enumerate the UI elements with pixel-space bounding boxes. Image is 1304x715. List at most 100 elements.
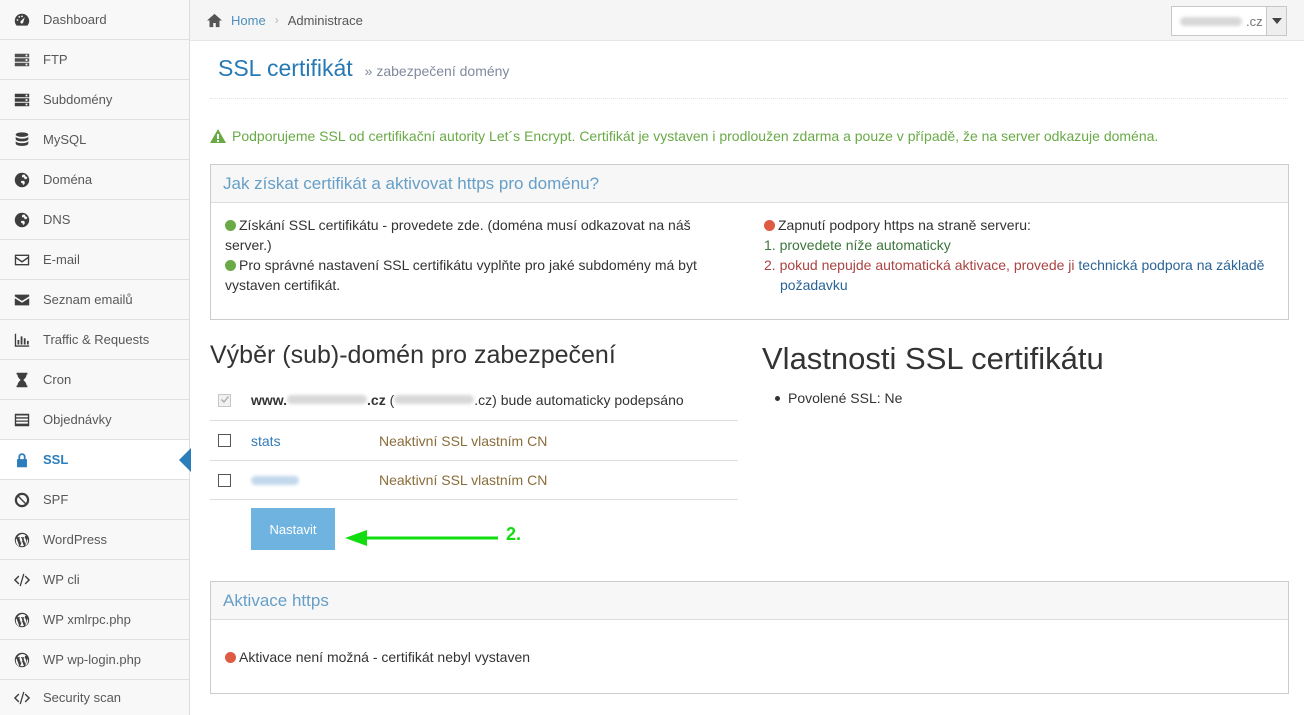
list-icon xyxy=(12,411,32,429)
howto-left-item-1: Získání SSL certifikátu - provedete zde.… xyxy=(225,215,725,255)
green-dot-icon xyxy=(225,260,236,271)
sidebar-item-label: SSL xyxy=(43,452,69,467)
hourglass-icon xyxy=(12,371,32,389)
sidebar-item-seznam-emailu[interactable]: Seznam emailů xyxy=(0,280,189,320)
breadcrumb-current: Administrace xyxy=(287,12,363,28)
howto-right-step-2-text: 2. pokud nepujde automatická aktivace, p… xyxy=(764,257,1075,273)
red-dot-icon xyxy=(764,220,775,231)
sidebar-item-objednavky[interactable]: Objednávky xyxy=(0,400,189,440)
howto-right-head: Zapnutí podpory https na straně serveru: xyxy=(764,215,1279,235)
sidebar-item-label: Doména xyxy=(43,172,93,187)
breadcrumb-separator-icon: › xyxy=(274,13,279,27)
server-icon xyxy=(12,91,32,109)
main-domain-paren-suffix: .cz) xyxy=(474,392,497,408)
subdomain-name[interactable] xyxy=(251,472,379,488)
sidebar-item-cron[interactable]: Cron xyxy=(0,360,189,400)
howto-right: Zapnutí podpory https na straně serveru:… xyxy=(764,215,1279,295)
domain-suffix: .cz xyxy=(1246,13,1263,29)
main-domain-label: www. .cz (.cz) bude automaticky podepsáno xyxy=(251,392,684,408)
warning-icon xyxy=(210,129,226,143)
property-item: Povolené SSL: Ne xyxy=(775,390,902,406)
green-dot-icon xyxy=(225,220,236,231)
main-domain-status: bude automaticky podepsáno xyxy=(500,392,684,408)
activation-text: Aktivace není možná - certifikát nebyl v… xyxy=(239,649,531,665)
howto-box: Jak získat certifikát a aktivovat https … xyxy=(210,164,1289,320)
subdomain-status: Neaktivní SSL vlastním CN xyxy=(379,472,548,488)
ssl-notice: Podporujeme SSL od certifikační autority… xyxy=(210,128,1158,144)
properties-title: Vlastnosti SSL certifikátu xyxy=(762,341,1104,376)
domain-select-value: .cz xyxy=(1172,14,1266,29)
dashboard-icon xyxy=(12,11,32,29)
page-title: SSL certifikát xyxy=(218,55,353,81)
chevron-down-icon[interactable] xyxy=(1266,7,1286,35)
sidebar-item-wordpress[interactable]: WordPress xyxy=(0,520,189,560)
envelope-outline-icon xyxy=(12,251,32,269)
subdomain-name[interactable]: stats xyxy=(251,433,379,449)
subdomain-status: Neaktivní SSL vlastním CN xyxy=(379,432,548,449)
annotation-arrow-icon xyxy=(345,530,498,546)
sidebar-item-ftp[interactable]: FTP xyxy=(0,40,189,80)
sidebar-item-label: FTP xyxy=(43,52,68,67)
checkbox-stats[interactable] xyxy=(218,434,231,447)
sidebar-item-label: DNS xyxy=(43,212,71,227)
properties-list: Povolené SSL: Ne xyxy=(775,390,902,406)
redacted-domain xyxy=(1180,16,1242,26)
page-subtitle: » zabezpečení domény xyxy=(364,63,510,79)
sidebar-item-security-scan[interactable]: Security scan xyxy=(0,680,189,715)
sidebar-item-wp-login[interactable]: WP wp-login.php xyxy=(0,640,189,680)
ban-icon xyxy=(12,491,32,509)
activation-title: Aktivace https xyxy=(211,582,1288,620)
domain-row-main: www. .cz (.cz) bude automaticky podepsáno xyxy=(210,380,738,420)
howto-left: Získání SSL certifikátu - provedete zde.… xyxy=(225,215,725,295)
nastavit-button[interactable]: Nastavit xyxy=(251,508,335,550)
sidebar-item-dashboard[interactable]: Dashboard xyxy=(0,0,189,40)
checkbox-main-domain xyxy=(218,393,231,407)
sidebar-item-label: Dashboard xyxy=(43,12,107,27)
howto-left-text-2: Pro správné nastavení SSL certifikátu vy… xyxy=(225,257,697,293)
wordpress-icon xyxy=(12,611,32,629)
annotation-label: 2. xyxy=(506,524,522,544)
bar-chart-icon xyxy=(12,331,32,349)
domain-row[interactable]: Neaktivní SSL vlastním CN xyxy=(210,460,738,500)
page-header: SSL certifikát » zabezpečení domény xyxy=(210,55,1288,99)
sidebar-item-domena[interactable]: Doména xyxy=(0,160,189,200)
envelope-icon xyxy=(12,291,32,309)
sidebar-item-label: Cron xyxy=(43,372,72,387)
sidebar-item-subdomeny[interactable]: Subdomény xyxy=(0,80,189,120)
checkbox-subdomain[interactable] xyxy=(218,473,231,487)
activation-status: Aktivace není možná - certifikát nebyl v… xyxy=(225,649,530,665)
sidebar-item-wp-xmlrpc[interactable]: WP xmlrpc.php xyxy=(0,600,189,640)
sidebar-item-label: WP cli xyxy=(43,572,80,587)
domain-row[interactable]: stats Neaktivní SSL vlastním CN xyxy=(210,420,738,460)
sidebar: Dashboard FTP Subdomény MySQL Doména DNS… xyxy=(0,0,191,715)
sidebar-item-spf[interactable]: SPF xyxy=(0,480,189,520)
sidebar-item-email[interactable]: E-mail xyxy=(0,240,189,280)
sidebar-item-wp-cli[interactable]: WP cli xyxy=(0,560,189,600)
red-dot-icon xyxy=(225,652,236,663)
sidebar-item-label: WP wp-login.php xyxy=(43,652,142,667)
sidebar-item-label: SPF xyxy=(43,492,69,507)
sidebar-item-mysql[interactable]: MySQL xyxy=(0,120,189,160)
code-icon xyxy=(12,689,32,707)
sidebar-item-label: WordPress xyxy=(43,532,108,547)
sidebar-item-label: Security scan xyxy=(43,690,122,705)
domain-select[interactable]: .cz xyxy=(1171,6,1287,36)
sidebar-item-dns[interactable]: DNS xyxy=(0,200,189,240)
home-icon[interactable] xyxy=(206,13,223,28)
main-domain-suffix: .cz xyxy=(367,392,386,408)
main-domain-name: www. .cz xyxy=(251,392,386,408)
howto-title: Jak získat certifikát a aktivovat https … xyxy=(211,165,1288,203)
sidebar-item-traffic[interactable]: Traffic & Requests xyxy=(0,320,189,360)
globe-icon xyxy=(12,211,32,229)
sidebar-item-label: Traffic & Requests xyxy=(43,332,150,347)
breadcrumb-home-link[interactable]: Home xyxy=(231,13,266,28)
howto-left-item-2: Pro správné nastavení SSL certifikátu vy… xyxy=(225,255,725,295)
wordpress-icon xyxy=(12,531,32,549)
sidebar-item-ssl[interactable]: SSL xyxy=(0,440,191,480)
globe-icon xyxy=(12,171,32,189)
sidebar-item-label: Objednávky xyxy=(43,412,112,427)
lock-icon xyxy=(12,451,32,469)
selection-title: Výběr (sub)-domén pro zabezpečení xyxy=(210,341,616,369)
howto-right-head-text: Zapnutí podpory https na straně serveru: xyxy=(778,217,1031,233)
page-subtitle-text: zabezpečení domény xyxy=(376,63,510,79)
